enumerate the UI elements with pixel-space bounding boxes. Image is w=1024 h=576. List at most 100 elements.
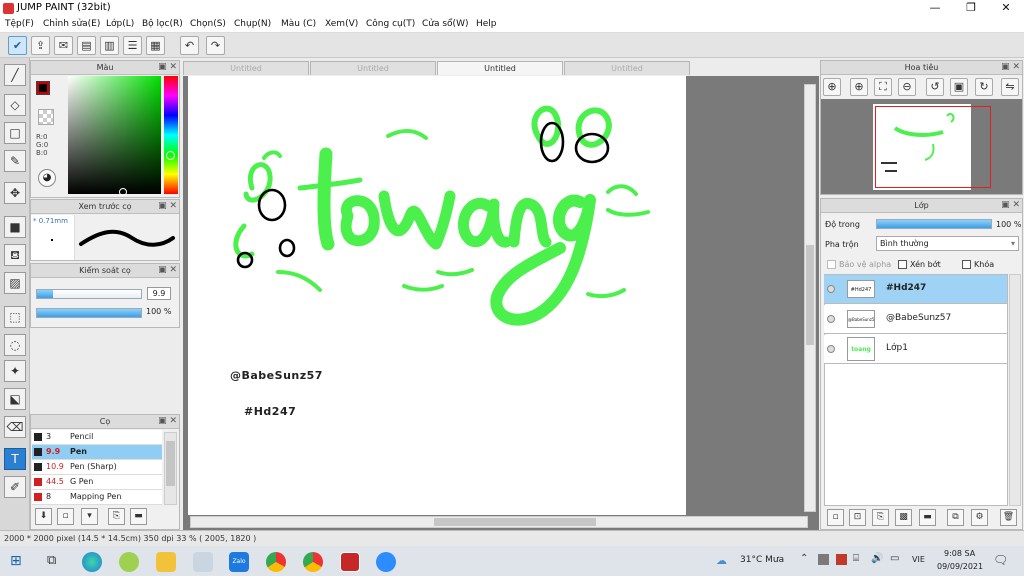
clip-checkbox[interactable]: Xén bớt <box>898 260 941 269</box>
clock-date[interactable]: 09/09/2021 <box>937 562 983 571</box>
text-tool-icon[interactable]: T <box>4 448 26 470</box>
menu-help[interactable]: Help <box>476 19 497 29</box>
volume-icon[interactable]: 🔊 <box>871 553 883 564</box>
brush-size-slider[interactable] <box>36 289 142 299</box>
clock-time[interactable]: 9:08 SA <box>944 549 975 558</box>
brush-list-scroll-thumb[interactable] <box>166 441 175 486</box>
menu-select[interactable]: Chọn(S) <box>190 19 226 29</box>
tab-untitled-active[interactable]: Untitled <box>437 61 563 75</box>
new-layer-icon[interactable]: ▫ <box>827 509 844 526</box>
merge-icon[interactable]: ⧉ <box>947 509 964 526</box>
fill-rect-tool-icon[interactable]: ■ <box>4 216 26 238</box>
bucket-tool-icon[interactable]: ⛾ <box>4 244 26 266</box>
menu-filter[interactable]: Bộ lọc(R) <box>142 19 183 29</box>
brush-list-scrollbar[interactable] <box>164 432 177 505</box>
chrome-2-icon[interactable] <box>303 552 323 572</box>
pinned-app-icon[interactable] <box>193 552 213 572</box>
new-layer-2-icon[interactable]: ⊡ <box>849 509 866 526</box>
new-brush-icon[interactable]: ▫ <box>57 508 74 525</box>
menu-color[interactable]: Màu (C) <box>281 19 316 29</box>
trash-icon[interactable]: 🗑 <box>1000 509 1017 526</box>
canvas-vscroll-thumb[interactable] <box>806 245 814 345</box>
layer-row-babesunz57[interactable]: @BabeSunz57 @BabeSunz57 <box>824 305 1007 334</box>
comment-icon[interactable]: ✉ <box>54 36 73 55</box>
tab-untitled-2[interactable]: Untitled <box>310 61 436 75</box>
blend-mode-select[interactable]: Bình thường ▾ <box>876 236 1019 251</box>
lasso-tool-icon[interactable]: ◌ <box>4 334 26 356</box>
redo-icon[interactable]: ↷ <box>206 36 225 55</box>
mask-icon[interactable]: ▩ <box>895 509 912 526</box>
grid-icon[interactable]: ▦ <box>146 36 165 55</box>
flip-icon[interactable]: ⇋ <box>1001 78 1019 96</box>
brush-tool-icon[interactable]: ╱ <box>4 64 26 86</box>
brush-copy-icon[interactable]: ⎘ <box>108 508 125 525</box>
jump-paint-icon[interactable] <box>340 552 360 572</box>
brush-opacity-slider[interactable] <box>36 308 142 318</box>
lock-checkbox[interactable]: Khóa <box>962 260 994 269</box>
chrome-icon[interactable] <box>266 552 286 572</box>
share-icon[interactable]: ⇪ <box>31 36 50 55</box>
undo-icon[interactable]: ↶ <box>180 36 199 55</box>
transparent-swatch[interactable] <box>38 109 54 125</box>
foreground-color-swatch[interactable] <box>36 81 50 95</box>
brush-item-g-pen[interactable]: 44.5 G Pen <box>32 475 162 490</box>
message-icon[interactable]: ▤ <box>77 36 96 55</box>
list-icon[interactable]: ☰ <box>123 36 142 55</box>
rotate-left-icon[interactable]: ↺ <box>926 78 944 96</box>
copy-layer-icon[interactable]: ⎘ <box>872 509 889 526</box>
layers-scrollbar[interactable] <box>1009 274 1021 506</box>
menu-tools[interactable]: Công cụ(T) <box>366 19 415 29</box>
saturation-value-picker[interactable] <box>68 76 161 196</box>
brush-item-mapping-pen[interactable]: 8 Mapping Pen <box>32 490 162 505</box>
maximize-button[interactable]: ❐ <box>954 0 988 17</box>
edge-browser-icon[interactable] <box>82 552 102 572</box>
pen-tool-icon[interactable]: ✎ <box>4 150 26 172</box>
tray-app-icon[interactable] <box>818 554 829 565</box>
layer-row-lop1[interactable]: toang Lớp1 <box>824 335 1007 364</box>
minimize-button[interactable]: — <box>918 0 952 17</box>
close-button[interactable]: ✕ <box>989 0 1023 17</box>
eyedropper-tool-icon[interactable]: ✐ <box>4 476 26 498</box>
menu-layer[interactable]: Lớp(L) <box>106 19 134 29</box>
visibility-eye-icon[interactable] <box>827 345 835 353</box>
tray-chevron-icon[interactable]: ⌃ <box>800 553 808 564</box>
actual-size-icon[interactable]: ▣ <box>950 78 968 96</box>
task-view-icon[interactable]: ⧉ <box>47 553 56 568</box>
visibility-eye-icon[interactable] <box>827 285 835 293</box>
eraser-tool-icon[interactable]: ◇ <box>4 94 26 116</box>
tab-untitled-4[interactable]: Untitled <box>564 61 690 75</box>
navigator-viewport[interactable] <box>875 106 991 188</box>
zoom-in-icon[interactable]: ⊕ <box>850 78 868 96</box>
brush-item-pencil[interactable]: 3 Pencil <box>32 430 162 445</box>
file-explorer-icon[interactable] <box>156 552 176 572</box>
visibility-eye-icon[interactable] <box>827 315 835 323</box>
brush-download-icon[interactable]: ⬇ <box>35 508 52 525</box>
menu-file[interactable]: Tệp(F) <box>5 19 34 29</box>
brush-folder-icon[interactable]: ▬ <box>130 508 147 525</box>
fit-window-icon[interactable]: ⛶ <box>874 78 892 96</box>
protect-alpha-checkbox[interactable]: Bảo vệ alpha <box>827 260 891 269</box>
zoom-app-icon[interactable] <box>376 552 396 572</box>
drawing-canvas[interactable]: @BabeSunz57 #Hd247 <box>188 76 686 515</box>
menu-edit[interactable]: Chỉnh sửa(E) <box>43 19 100 29</box>
palette-icon[interactable]: ◕ <box>38 169 56 187</box>
layer-settings-icon[interactable]: ⚙ <box>971 509 988 526</box>
select-eraser-tool-icon[interactable]: ⌫ <box>4 416 26 438</box>
layer-folder-icon[interactable]: ▬ <box>919 509 936 526</box>
menu-capture[interactable]: Chụp(N) <box>234 19 271 29</box>
move-tool-icon[interactable]: ✥ <box>4 182 26 204</box>
layer-opacity-slider[interactable] <box>876 219 992 229</box>
menu-view[interactable]: Xem(V) <box>325 19 358 29</box>
brush-size-value[interactable]: 9.9 <box>147 287 171 300</box>
brush-item-pen-sharp[interactable]: 10.9 Pen (Sharp) <box>32 460 162 475</box>
zoom-out-icon[interactable]: ⊖ <box>898 78 916 96</box>
magic-wand-tool-icon[interactable]: ✦ <box>4 360 26 382</box>
check-icon[interactable]: ✔ <box>8 36 27 55</box>
green-app-icon[interactable] <box>119 552 139 572</box>
shape-tool-icon[interactable]: □ <box>4 122 26 144</box>
language-indicator[interactable]: VIE <box>912 555 925 564</box>
network-icon[interactable]: ⌸ <box>853 553 859 564</box>
brush-menu-icon[interactable]: ▾ <box>81 508 98 525</box>
hue-slider[interactable] <box>164 76 178 194</box>
zoom-fit-icon[interactable]: ⊕ <box>823 78 841 96</box>
